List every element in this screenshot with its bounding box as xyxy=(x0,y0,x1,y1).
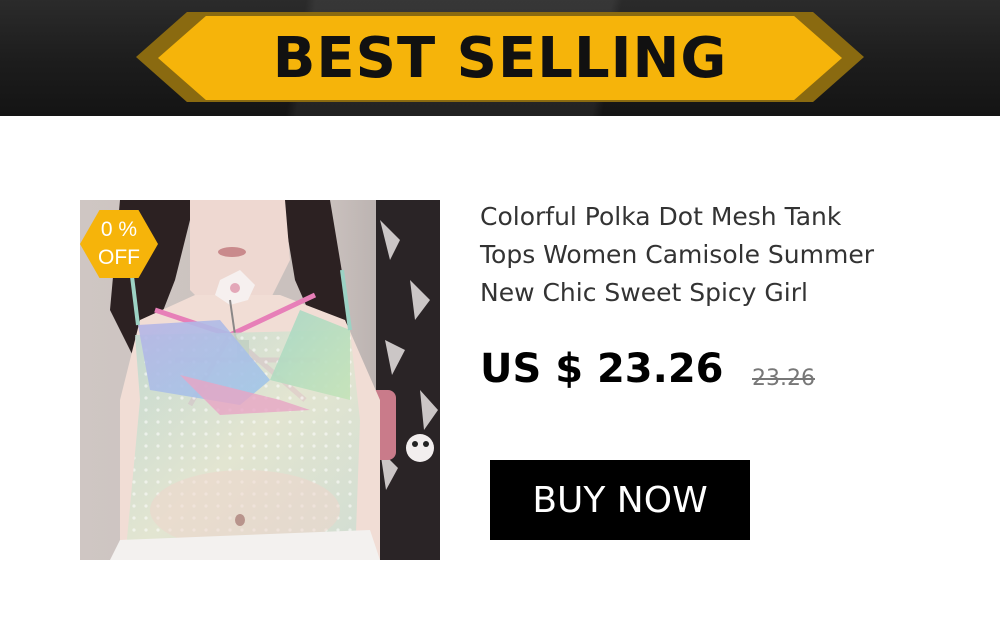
product-title[interactable]: Colorful Polka Dot Mesh Tank Tops Women … xyxy=(480,198,920,312)
buy-now-button[interactable]: BUY NOW xyxy=(490,460,750,540)
original-price: 23.26 xyxy=(752,366,815,391)
best-selling-banner: BEST SELLING xyxy=(0,0,1000,116)
current-price: US $ 23.26 xyxy=(480,346,724,392)
product-title-line: New Chic Sweet Spicy Girl xyxy=(480,278,808,307)
product-title-line: Tops Women Camisole Summer xyxy=(480,240,874,269)
product-title-line: Colorful Polka Dot Mesh Tank xyxy=(480,202,842,231)
banner-title: BEST SELLING xyxy=(272,25,728,91)
